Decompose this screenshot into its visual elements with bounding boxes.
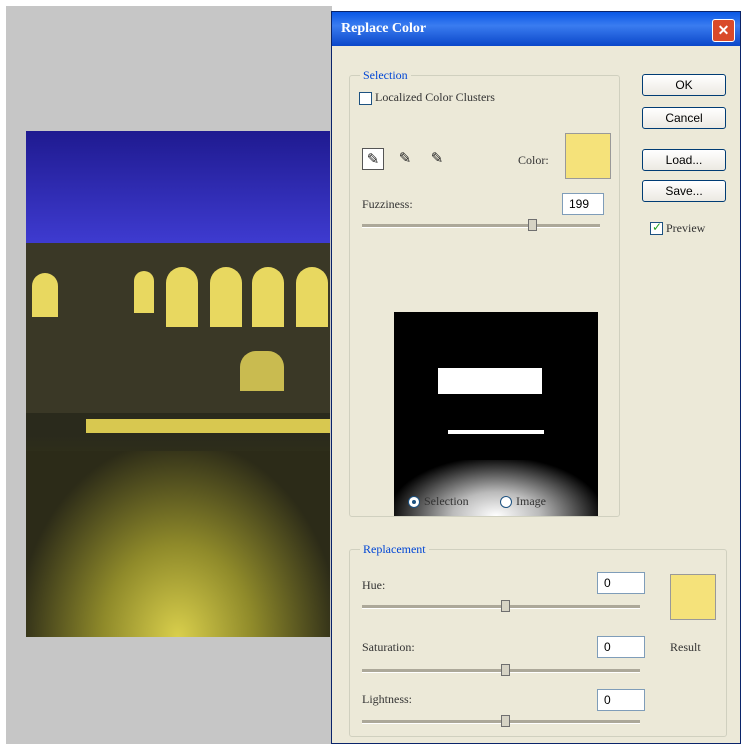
saturation-slider-thumb[interactable] [501, 664, 510, 676]
replacement-group: Replacement Hue: 0 Saturation: 0 Lightne… [349, 542, 727, 737]
image-arch [134, 271, 154, 313]
image-arch [296, 267, 328, 327]
image-arch [240, 351, 284, 391]
image-radio-label: Image [516, 494, 546, 508]
result-label: Result [670, 640, 701, 654]
preview-label: Preview [666, 221, 706, 235]
fuzziness-slider-thumb[interactable] [528, 219, 537, 231]
hue-input[interactable]: 0 [597, 572, 645, 594]
lightness-input[interactable]: 0 [597, 689, 645, 711]
localized-color-clusters-label: Localized Color Clusters [375, 90, 495, 104]
hue-slider-thumb[interactable] [501, 600, 510, 612]
save-button[interactable]: Save... [642, 180, 726, 202]
preview-highlight [448, 430, 544, 434]
close-icon[interactable]: ✕ [712, 19, 735, 42]
eyedropper-minus-icon[interactable]: ✎ [426, 148, 448, 170]
selection-radio-label: Selection [424, 494, 469, 508]
check-icon: ✓ [652, 220, 663, 234]
saturation-input[interactable]: 0 [597, 636, 645, 658]
selection-group: Selection Localized Color Clusters ✎ ✎ ✎… [349, 68, 620, 517]
title-bar[interactable]: Replace Color ✕ [332, 12, 740, 46]
image-ground [26, 451, 330, 637]
radio-dot [412, 500, 416, 504]
fuzziness-input[interactable]: 199 [562, 193, 604, 215]
preview-checkbox[interactable]: ✓ [650, 220, 663, 235]
dialog-title: Replace Color [341, 21, 427, 36]
preview-highlight [438, 368, 542, 394]
lightness-label: Lightness: [362, 692, 412, 706]
selection-radio[interactable] [408, 496, 420, 508]
ok-button[interactable]: OK [642, 74, 726, 96]
cancel-button[interactable]: Cancel [642, 107, 726, 129]
fuzziness-slider-track[interactable] [362, 224, 600, 228]
replace-color-dialog: Replace Color ✕ Selection Localized Colo… [331, 11, 741, 744]
hue-label: Hue: [362, 578, 386, 592]
eyedropper-plus-icon[interactable]: ✎ [394, 148, 416, 170]
fuzziness-label: Fuzziness: [362, 197, 413, 211]
lightness-slider-thumb[interactable] [501, 715, 510, 727]
replacement-legend: Replacement [360, 542, 429, 557]
eyedropper-icon[interactable]: ✎ [362, 148, 384, 170]
selection-preview [394, 312, 598, 516]
image-arch [32, 273, 58, 317]
result-color-swatch[interactable] [670, 574, 716, 620]
document-image [26, 131, 330, 637]
image-light-strip [86, 419, 330, 433]
image-arch [252, 267, 284, 327]
color-label: Color: [518, 153, 549, 167]
load-button[interactable]: Load... [642, 149, 726, 171]
image-arch [210, 267, 242, 327]
image-arch [166, 267, 198, 327]
image-radio[interactable] [500, 496, 512, 508]
localized-color-clusters-checkbox[interactable] [359, 92, 372, 105]
selected-color-swatch[interactable] [565, 133, 611, 179]
image-sky [26, 131, 330, 243]
saturation-label: Saturation: [362, 640, 415, 654]
selection-legend: Selection [360, 68, 411, 83]
image-building [26, 243, 330, 413]
